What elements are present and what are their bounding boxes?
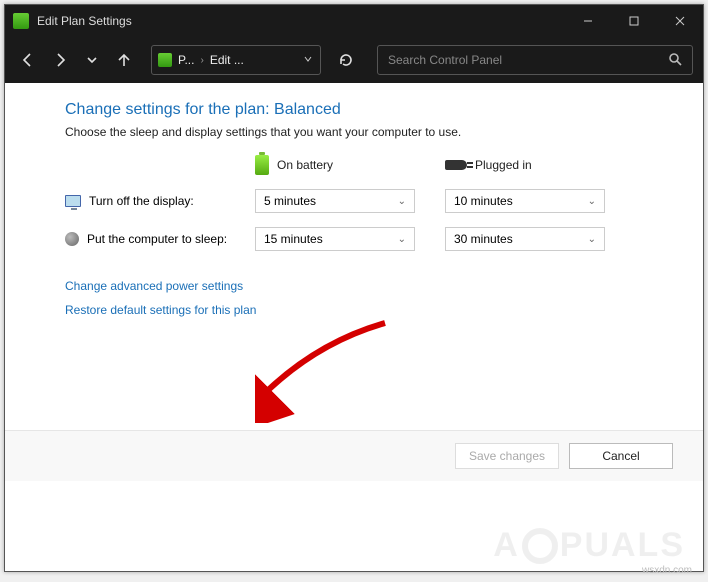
close-button[interactable]: [657, 5, 703, 37]
column-plugged-in: Plugged in: [445, 158, 605, 172]
search-icon: [668, 52, 682, 69]
maximize-button[interactable]: [611, 5, 657, 37]
back-button[interactable]: [15, 47, 41, 73]
breadcrumb-icon: [158, 53, 172, 67]
breadcrumb-item-1[interactable]: P...: [178, 53, 194, 67]
turn-off-display-label: Turn off the display:: [89, 194, 194, 208]
save-button[interactable]: Save changes: [455, 443, 559, 469]
sleep-label: Put the computer to sleep:: [87, 232, 227, 246]
source-site: wsxdn.com: [642, 565, 692, 576]
advanced-power-link[interactable]: Change advanced power settings: [65, 279, 693, 293]
display-battery-select[interactable]: 5 minutes ⌄: [255, 189, 415, 213]
annotation-arrow: [255, 313, 395, 423]
content-area: Change settings for the plan: Balanced C…: [5, 83, 703, 400]
page-title: Change settings for the plan: Balanced: [65, 101, 693, 119]
chevron-down-icon: ⌄: [588, 196, 596, 207]
moon-icon: [65, 232, 79, 246]
sleep-plugged-value: 30 minutes: [454, 232, 513, 246]
navbar: P... › Edit ...: [5, 37, 703, 83]
display-plugged-value: 10 minutes: [454, 194, 513, 208]
window-title: Edit Plan Settings: [37, 14, 565, 28]
chevron-down-icon: ⌄: [398, 196, 406, 207]
search-input[interactable]: [388, 53, 668, 67]
monitor-icon: [65, 195, 81, 207]
chevron-down-icon: ⌄: [398, 234, 406, 245]
watermark: A PUALS: [493, 526, 685, 565]
sleep-battery-value: 15 minutes: [264, 232, 323, 246]
breadcrumb-dropdown-icon[interactable]: [302, 53, 314, 68]
settings-grid: On battery Plugged in Turn off the displ…: [65, 155, 693, 251]
sleep-battery-select[interactable]: 15 minutes ⌄: [255, 227, 415, 251]
display-battery-value: 5 minutes: [264, 194, 316, 208]
breadcrumb-sep-icon: ›: [200, 55, 203, 66]
titlebar: Edit Plan Settings: [5, 5, 703, 37]
watermark-pre: A: [493, 526, 520, 565]
column-on-battery-label: On battery: [277, 158, 333, 172]
up-button[interactable]: [111, 47, 137, 73]
links-section: Change advanced power settings Restore d…: [65, 279, 693, 317]
refresh-button[interactable]: [331, 45, 361, 75]
window-controls: [565, 5, 703, 37]
recent-dropdown[interactable]: [79, 47, 105, 73]
row-turn-off-display: Turn off the display:: [65, 194, 255, 208]
battery-icon: [255, 155, 269, 175]
plug-icon: [445, 160, 467, 170]
column-on-battery: On battery: [255, 155, 415, 175]
footer: Save changes Cancel: [5, 431, 703, 481]
app-window: Edit Plan Settings P...: [4, 4, 704, 572]
search-box[interactable]: [377, 45, 693, 75]
forward-button[interactable]: [47, 47, 73, 73]
restore-defaults-link[interactable]: Restore default settings for this plan: [65, 303, 693, 317]
watermark-circle-icon: [522, 528, 558, 564]
watermark-post: PUALS: [560, 526, 685, 565]
chevron-down-icon: ⌄: [588, 234, 596, 245]
sleep-plugged-select[interactable]: 30 minutes ⌄: [445, 227, 605, 251]
column-plugged-in-label: Plugged in: [475, 158, 532, 172]
row-sleep: Put the computer to sleep:: [65, 232, 255, 246]
page-subtitle: Choose the sleep and display settings th…: [65, 125, 693, 139]
breadcrumb[interactable]: P... › Edit ...: [151, 45, 321, 75]
display-plugged-select[interactable]: 10 minutes ⌄: [445, 189, 605, 213]
breadcrumb-item-2[interactable]: Edit ...: [210, 53, 244, 67]
minimize-button[interactable]: [565, 5, 611, 37]
app-icon: [13, 13, 29, 29]
cancel-button[interactable]: Cancel: [569, 443, 673, 469]
